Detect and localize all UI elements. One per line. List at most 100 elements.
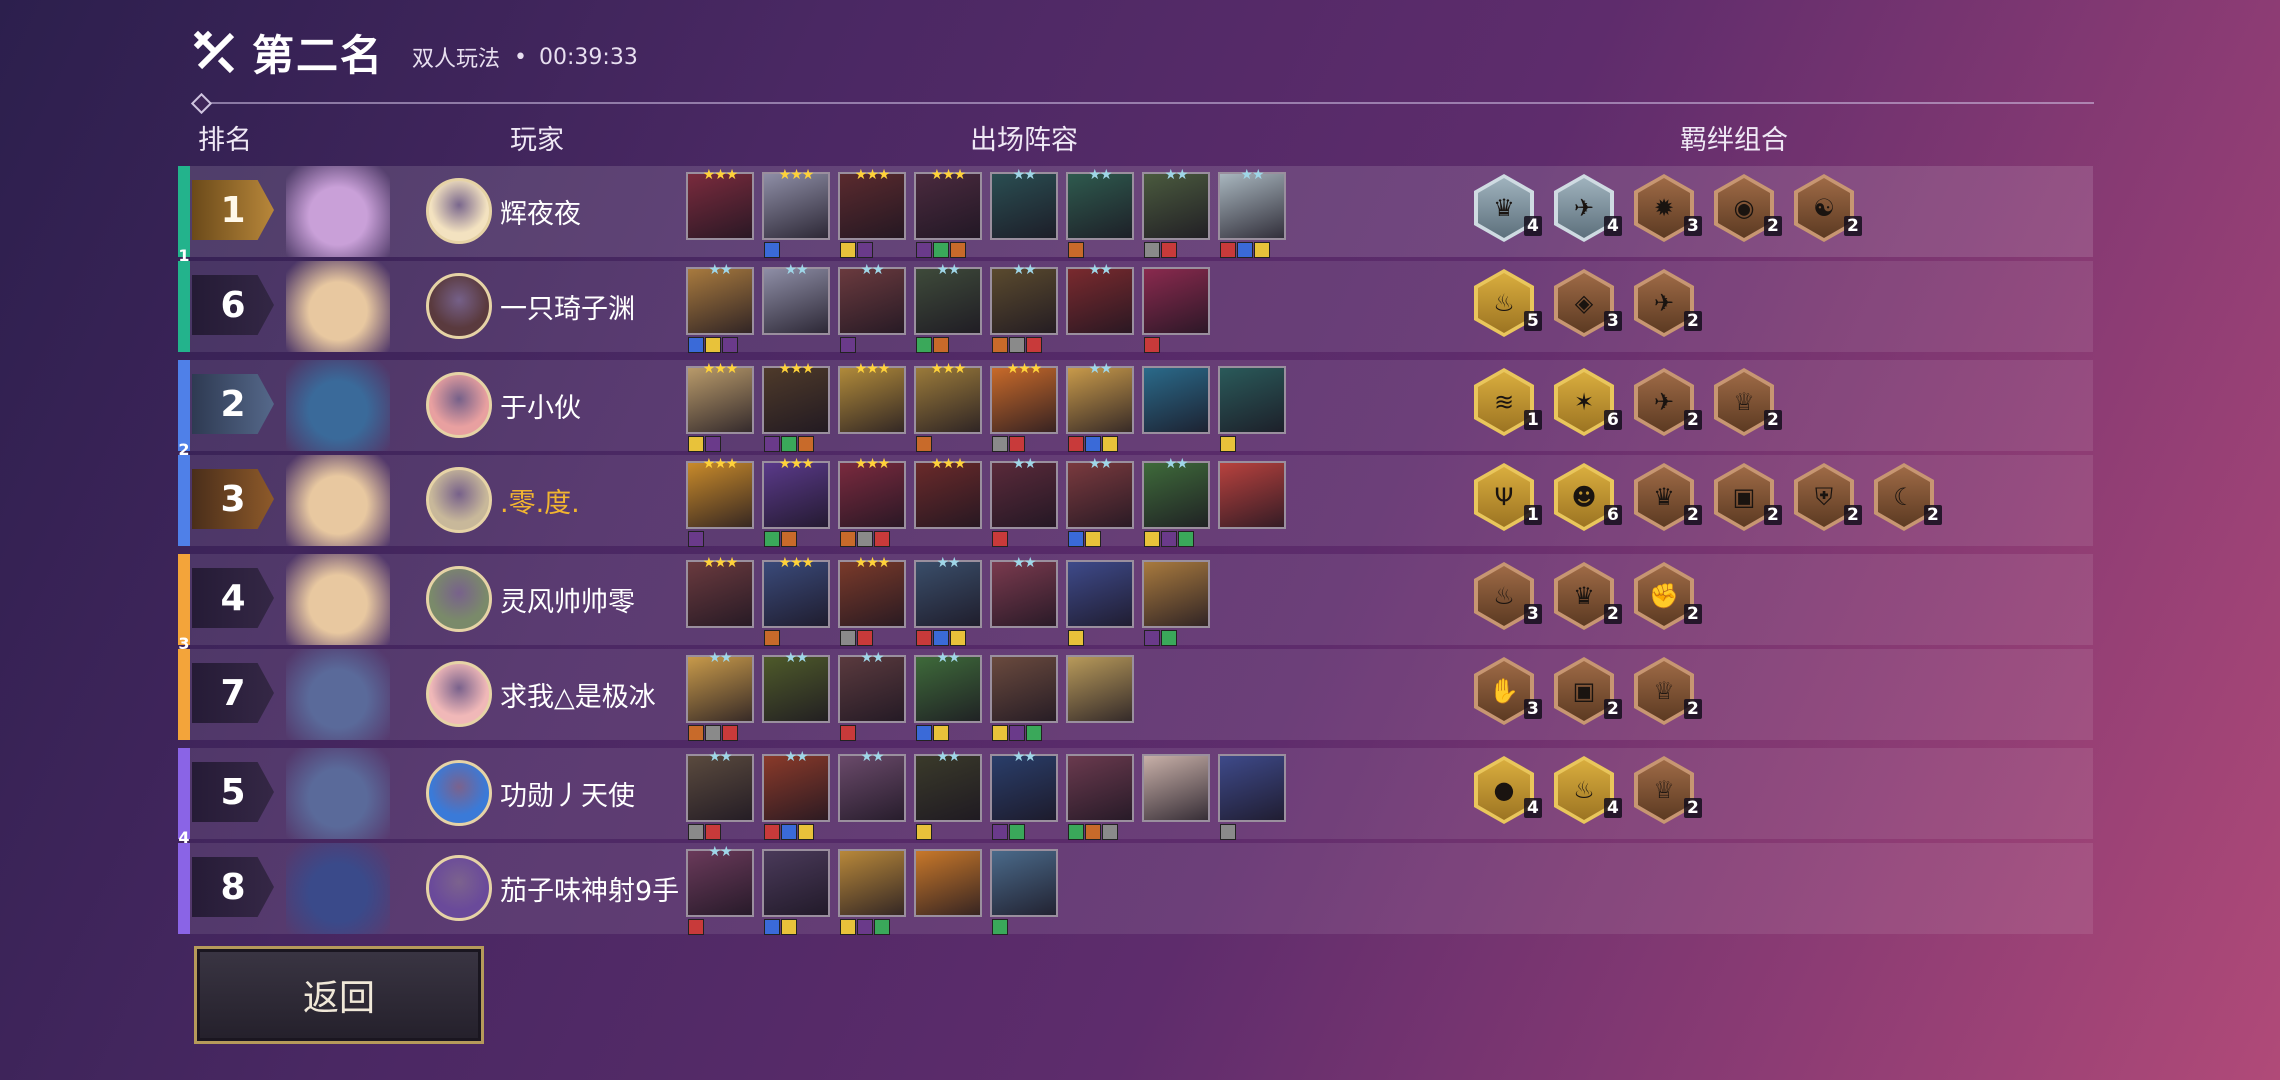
champion-portrait[interactable]: ★★ bbox=[914, 651, 982, 741]
trait-badge[interactable]: ✊ 2 bbox=[1634, 562, 1702, 632]
champion-portrait[interactable]: ★★ bbox=[762, 750, 830, 840]
champion-portrait[interactable]: ★★★ bbox=[914, 362, 982, 452]
champion-portrait[interactable] bbox=[1142, 366, 1210, 434]
champion-portrait[interactable]: ★★ bbox=[1066, 457, 1134, 547]
champion-portrait[interactable]: ★★ bbox=[686, 263, 754, 353]
trait-badge[interactable]: ✈ 4 bbox=[1554, 174, 1622, 244]
champion-portrait[interactable] bbox=[762, 849, 830, 935]
champion-portrait[interactable]: ★★★ bbox=[762, 168, 830, 258]
champion-portrait[interactable]: ★★ bbox=[990, 263, 1058, 353]
champion-portrait[interactable]: ★★ bbox=[990, 457, 1058, 547]
trait-badge[interactable]: ☯ 2 bbox=[1794, 174, 1862, 244]
back-button[interactable]: 返回 bbox=[194, 946, 484, 1044]
champion-portrait[interactable]: ★★ bbox=[914, 263, 982, 353]
champion-portrait[interactable]: ★★★ bbox=[914, 168, 982, 258]
player-avatar[interactable] bbox=[426, 178, 492, 244]
trait-badge[interactable]: ● 4 bbox=[1474, 756, 1542, 826]
trait-badge[interactable]: ✈ 2 bbox=[1634, 269, 1702, 339]
champion-portrait[interactable]: ★★★ bbox=[686, 457, 754, 547]
champion-portrait[interactable]: ★★ bbox=[762, 263, 830, 335]
trait-badge[interactable]: ♛ 2 bbox=[1634, 463, 1702, 533]
table-row[interactable]: 7 求我△是极冰 ★★ ★★ ★★ ★★ ✋ 3 ▣ 2 ♕ 2 bbox=[178, 649, 2093, 741]
trait-badge[interactable]: ♨ 5 bbox=[1474, 269, 1542, 339]
trait-badge[interactable]: ♕ 2 bbox=[1634, 756, 1702, 826]
trait-badge[interactable]: ✈ 2 bbox=[1634, 368, 1702, 438]
champion-portrait[interactable]: ★★★ bbox=[838, 362, 906, 434]
champion-portrait[interactable]: ★★★ bbox=[762, 457, 830, 547]
champion-portrait[interactable] bbox=[1066, 560, 1134, 646]
champion-portrait[interactable]: ★★ bbox=[914, 556, 982, 646]
player-avatar[interactable] bbox=[426, 273, 492, 339]
champion-portrait[interactable]: ★★ bbox=[686, 750, 754, 840]
champion-portrait[interactable]: ★★ bbox=[1066, 168, 1134, 258]
trait-badge[interactable]: ✋ 3 bbox=[1474, 657, 1542, 727]
champion-portrait[interactable] bbox=[1218, 461, 1286, 529]
champion-portrait[interactable]: ★★ bbox=[1142, 457, 1210, 547]
champion-portrait[interactable]: ★★ bbox=[838, 750, 906, 822]
champion-portrait[interactable] bbox=[1218, 754, 1286, 840]
table-row[interactable]: 3 .零.度. ★★★ ★★★ ★★★ ★★★ ★★ ★★ ★★ Ψ 1 ☻ 6 ♛ 2 ▣ 2 ⛨ 2 ☾ 2 bbox=[178, 455, 2093, 547]
table-row[interactable]: 6 一只琦子渊 ★★ ★★ ★★ ★★ ★★ ★★ ♨ 5 ◈ 3 ✈ 2 bbox=[178, 261, 2093, 353]
table-row[interactable]: 8 茄子味神射9手 ★★ bbox=[178, 843, 2093, 935]
champion-portrait[interactable]: ★★ bbox=[686, 651, 754, 741]
player-avatar[interactable] bbox=[426, 760, 492, 826]
champion-portrait[interactable] bbox=[1142, 267, 1210, 353]
table-row[interactable]: 3 4 灵风帅帅零 ★★★ ★★★ ★★★ ★★ ★★ ♨ 3 ♛ 2 ✊ 2 bbox=[178, 554, 2093, 653]
trait-badge[interactable]: ♛ 4 bbox=[1474, 174, 1542, 244]
champion-portrait[interactable]: ★★★ bbox=[838, 457, 906, 547]
champion-portrait[interactable]: ★★ bbox=[1066, 263, 1134, 335]
player-avatar[interactable] bbox=[426, 566, 492, 632]
champion-portrait[interactable] bbox=[1142, 560, 1210, 646]
trait-badge[interactable]: ▣ 2 bbox=[1714, 463, 1782, 533]
trait-badge[interactable]: ♛ 2 bbox=[1554, 562, 1622, 632]
champion-portrait[interactable]: ★★ bbox=[914, 750, 982, 840]
trait-badge[interactable]: ☾ 2 bbox=[1874, 463, 1942, 533]
trait-badge[interactable]: ◈ 3 bbox=[1554, 269, 1622, 339]
champion-portrait[interactable]: ★★★ bbox=[762, 556, 830, 646]
champion-portrait[interactable]: ★★ bbox=[1142, 168, 1210, 258]
champion-portrait[interactable]: ★★ bbox=[990, 556, 1058, 628]
champion-portrait[interactable]: ★★★ bbox=[838, 168, 906, 258]
trait-badge[interactable]: ♕ 2 bbox=[1634, 657, 1702, 727]
table-row[interactable]: 1 1 辉夜夜 ★★★ ★★★ ★★★ ★★★ ★★ ★★ ★★ ★★ ♛ 4 ✈ 4 ✹ 3 ◉ 2 ☯ 2 bbox=[178, 166, 2093, 265]
champion-portrait[interactable]: ★★ bbox=[990, 750, 1058, 840]
trait-badge[interactable]: ≋ 1 bbox=[1474, 368, 1542, 438]
champion-portrait[interactable] bbox=[1066, 754, 1134, 840]
champion-portrait[interactable]: ★★ bbox=[838, 651, 906, 741]
trait-badge[interactable]: ☻ 6 bbox=[1554, 463, 1622, 533]
champion-portrait[interactable] bbox=[1218, 366, 1286, 452]
champion-portrait[interactable] bbox=[990, 655, 1058, 741]
trait-badge[interactable]: Ψ1 bbox=[1474, 463, 1542, 533]
champion-portrait[interactable]: ★★★ bbox=[686, 168, 754, 240]
champion-portrait[interactable] bbox=[990, 849, 1058, 935]
trait-badge[interactable]: ♨ 4 bbox=[1554, 756, 1622, 826]
champion-portrait[interactable]: ★★ bbox=[838, 263, 906, 353]
champion-portrait[interactable]: ★★ bbox=[990, 168, 1058, 240]
player-avatar[interactable] bbox=[426, 661, 492, 727]
trait-badge[interactable]: ♕ 2 bbox=[1714, 368, 1782, 438]
champion-portrait[interactable] bbox=[914, 849, 982, 917]
champion-portrait[interactable]: ★★★ bbox=[990, 362, 1058, 452]
trait-badge[interactable]: ✶ 6 bbox=[1554, 368, 1622, 438]
trait-badge[interactable]: ✹ 3 bbox=[1634, 174, 1702, 244]
trait-badge[interactable]: ▣ 2 bbox=[1554, 657, 1622, 727]
player-avatar[interactable] bbox=[426, 855, 492, 921]
champion-portrait[interactable]: ★★★ bbox=[686, 362, 754, 452]
champion-portrait[interactable] bbox=[1066, 655, 1134, 723]
champion-portrait[interactable]: ★★★ bbox=[914, 457, 982, 529]
champion-portrait[interactable]: ★★ bbox=[1218, 168, 1286, 258]
table-row[interactable]: 2 2 于小伙 ★★★ ★★★ ★★★ ★★★ ★★★ ★★ ≋ 1 ✶ 6 ✈ 2 ♕ 2 bbox=[178, 360, 2093, 459]
champion-portrait[interactable]: ★★ bbox=[762, 651, 830, 723]
champion-portrait[interactable]: ★★ bbox=[1066, 362, 1134, 452]
trait-badge[interactable]: ⛨ 2 bbox=[1794, 463, 1862, 533]
champion-portrait[interactable]: ★★ bbox=[686, 845, 754, 935]
champion-portrait[interactable] bbox=[838, 849, 906, 935]
player-avatar[interactable] bbox=[426, 372, 492, 438]
player-avatar[interactable] bbox=[426, 467, 492, 533]
champion-portrait[interactable]: ★★★ bbox=[762, 362, 830, 452]
table-row[interactable]: 4 5 功勋丿天使 ★★ ★★ ★★ ★★ ★★ ● 4 ♨ 4 ♕ 2 bbox=[178, 748, 2093, 847]
trait-badge[interactable]: ♨ 3 bbox=[1474, 562, 1542, 632]
champion-portrait[interactable] bbox=[1142, 754, 1210, 822]
champion-portrait[interactable]: ★★★ bbox=[838, 556, 906, 646]
champion-portrait[interactable]: ★★★ bbox=[686, 556, 754, 628]
